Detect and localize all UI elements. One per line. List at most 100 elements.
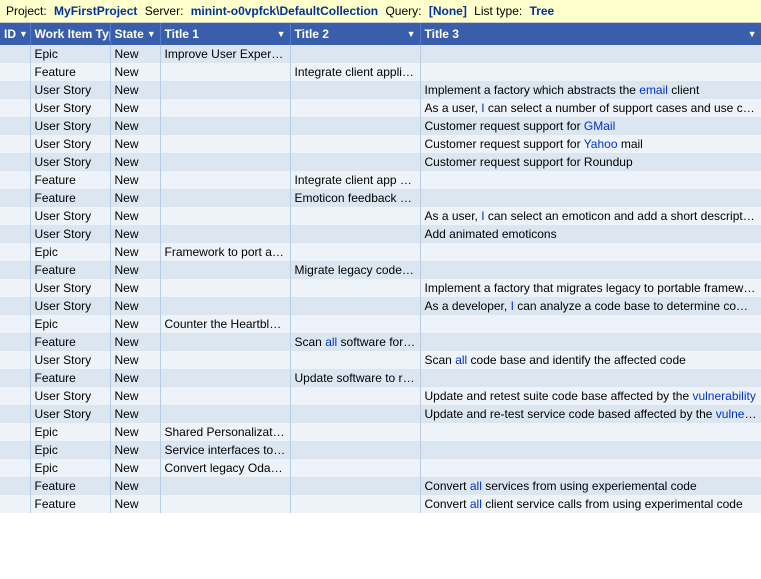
table-row[interactable]: EpicNewShared Personalization and state	[0, 423, 761, 441]
cell-status: New	[110, 423, 160, 441]
query-label: Query:	[385, 4, 421, 18]
sort-icon-status: ▼	[147, 29, 156, 39]
listtype-value: Tree	[530, 4, 555, 18]
table-row[interactable]: FeatureNewMigrate legacy code to portabl…	[0, 261, 761, 279]
table-row[interactable]: EpicNewCounter the Heartbleed web securi…	[0, 315, 761, 333]
table-row[interactable]: FeatureNewEmoticon feedback enabled in c…	[0, 189, 761, 207]
cell-title1	[160, 279, 290, 297]
cell-type: Feature	[30, 477, 110, 495]
table-row[interactable]: EpicNewService interfaces to support RES…	[0, 441, 761, 459]
cell-type: Feature	[30, 63, 110, 81]
cell-id	[0, 297, 30, 315]
cell-type: User Story	[30, 117, 110, 135]
table-row[interactable]: User StoryNewImplement a factory that mi…	[0, 279, 761, 297]
table-row[interactable]: User StoryNewCustomer request support fo…	[0, 117, 761, 135]
cell-id	[0, 207, 30, 225]
cell-title2: Integrate client application with popula…	[290, 63, 420, 81]
col-header-type[interactable]: Work Item Type ▼	[30, 23, 110, 45]
cell-title3: Convert all services from using experiem…	[420, 477, 761, 495]
cell-id	[0, 459, 30, 477]
cell-title1	[160, 495, 290, 513]
cell-type: User Story	[30, 405, 110, 423]
cell-title1	[160, 189, 290, 207]
cell-title1	[160, 171, 290, 189]
cell-status: New	[110, 297, 160, 315]
cell-title2	[290, 423, 420, 441]
cell-title3: As a user, I can select a number of supp…	[420, 99, 761, 117]
cell-type: Feature	[30, 171, 110, 189]
cell-status: New	[110, 189, 160, 207]
cell-title2	[290, 81, 420, 99]
col-status-label: State	[115, 27, 144, 41]
cell-type: Epic	[30, 459, 110, 477]
table-row[interactable]: FeatureNewConvert all client service cal…	[0, 495, 761, 513]
cell-title3	[420, 315, 761, 333]
table-row[interactable]: User StoryNewAs a user, I can select an …	[0, 207, 761, 225]
cell-id	[0, 63, 30, 81]
col-id-label: ID	[4, 27, 16, 41]
table-row[interactable]: User StoryNewAs a user, I can select a n…	[0, 99, 761, 117]
cell-title2	[290, 297, 420, 315]
cell-status: New	[110, 153, 160, 171]
cell-title2	[290, 225, 420, 243]
project-label: Project:	[6, 4, 47, 18]
cell-id	[0, 387, 30, 405]
col-header-status[interactable]: State ▼	[110, 23, 160, 45]
cell-id	[0, 441, 30, 459]
cell-type: Epic	[30, 45, 110, 63]
cell-title1	[160, 405, 290, 423]
cell-title1	[160, 135, 290, 153]
table-row[interactable]: User StoryNewCustomer request support fo…	[0, 153, 761, 171]
cell-title1	[160, 333, 290, 351]
table-row[interactable]: User StoryNewAs a developer, I can analy…	[0, 297, 761, 315]
cell-title2	[290, 405, 420, 423]
table-row[interactable]: FeatureNewConvert all services from usin…	[0, 477, 761, 495]
cell-type: User Story	[30, 99, 110, 117]
table-row[interactable]: EpicNewConvert legacy Odata service inte…	[0, 459, 761, 477]
cell-title3	[420, 423, 761, 441]
cell-title3	[420, 171, 761, 189]
table-row[interactable]: User StoryNewScan all code base and iden…	[0, 351, 761, 369]
cell-type: Feature	[30, 369, 110, 387]
table-row[interactable]: User StoryNewUpdate and retest suite cod…	[0, 387, 761, 405]
table-row[interactable]: FeatureNewUpdate software to resolve the…	[0, 369, 761, 387]
table-row[interactable]: FeatureNewScan all software for the Open…	[0, 333, 761, 351]
cell-status: New	[110, 243, 160, 261]
cell-title1	[160, 63, 290, 81]
cell-title2	[290, 153, 420, 171]
cell-id	[0, 261, 30, 279]
sort-icon-t1: ▼	[277, 29, 286, 39]
col-header-id[interactable]: ID ▼	[0, 23, 30, 45]
table-row[interactable]: User StoryNewImplement a factory which a…	[0, 81, 761, 99]
col-t1-label: Title 1	[165, 27, 199, 41]
cell-title3: Customer request support for Yahoo mail	[420, 135, 761, 153]
table-row[interactable]: EpicNewImprove User Experience	[0, 45, 761, 63]
cell-id	[0, 153, 30, 171]
col-header-t1[interactable]: Title 1 ▼	[160, 23, 290, 45]
table-row[interactable]: FeatureNewIntegrate client app with IM c…	[0, 171, 761, 189]
cell-title2: Integrate client app with IM clients	[290, 171, 420, 189]
col-header-t2[interactable]: Title 2 ▼	[290, 23, 420, 45]
cell-title3	[420, 189, 761, 207]
cell-title3: Customer request support for Roundup	[420, 153, 761, 171]
table-row[interactable]: User StoryNewAdd animated emoticons	[0, 225, 761, 243]
col-header-t3[interactable]: Title 3 ▼	[420, 23, 761, 45]
listtype-label: List type:	[474, 4, 522, 18]
cell-title3	[420, 243, 761, 261]
cell-title3: Convert all client service calls from us…	[420, 495, 761, 513]
cell-title2	[290, 99, 420, 117]
table-row[interactable]: EpicNewFramework to port applications to…	[0, 243, 761, 261]
table-row[interactable]: User StoryNewUpdate and re-test service …	[0, 405, 761, 423]
cell-id	[0, 477, 30, 495]
cell-status: New	[110, 495, 160, 513]
cell-id	[0, 81, 30, 99]
cell-title3: Scan all code base and identify the affe…	[420, 351, 761, 369]
table-header-row: ID ▼ Work Item Type ▼ State ▼ Title 1	[0, 23, 761, 45]
table-row[interactable]: User StoryNewCustomer request support fo…	[0, 135, 761, 153]
table-row[interactable]: FeatureNew Integrate client application w…	[0, 63, 761, 81]
cell-status: New	[110, 63, 160, 81]
cell-status: New	[110, 405, 160, 423]
cell-title1: Counter the Heartbleed web security bug	[160, 315, 290, 333]
cell-status: New	[110, 135, 160, 153]
cell-title1: Framework to port applications to all de…	[160, 243, 290, 261]
